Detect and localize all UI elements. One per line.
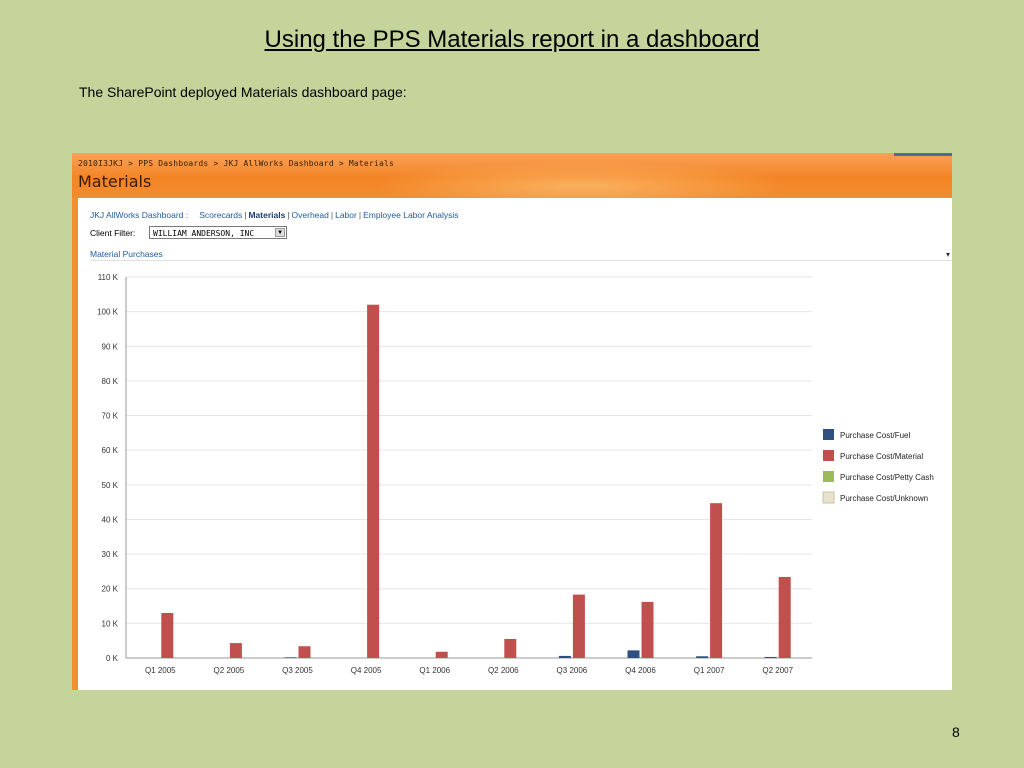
bar-material[interactable] — [572, 594, 585, 658]
bar-fuel[interactable] — [764, 656, 777, 658]
bar-fuel[interactable] — [558, 655, 571, 658]
slide-subtitle: The SharePoint deployed Materials dashbo… — [79, 84, 407, 100]
slide-title: Using the PPS Materials report in a dash… — [264, 26, 760, 53]
x-tick-label: Q4 2005 — [351, 666, 382, 675]
sharepoint-screenshot: 2010I3JKJ > PPS Dashboards > JKJ AllWork… — [72, 153, 952, 690]
y-tick-label: 80 K — [102, 377, 119, 386]
legend-label: Purchase Cost/Unknown — [840, 494, 928, 503]
legend-swatch — [823, 429, 834, 440]
bar-material[interactable] — [367, 304, 380, 658]
y-tick-label: 50 K — [102, 481, 119, 490]
legend-label: Purchase Cost/Fuel — [840, 431, 910, 440]
material-purchases-chart: 0 K 10 K 20 K 30 K 40 K 50 K 60 K 70 K 80 K 90 K 1… — [97, 273, 934, 675]
bar-material[interactable] — [161, 612, 174, 658]
bar-material[interactable] — [298, 646, 311, 658]
x-tick-label: Q1 2005 — [145, 666, 176, 675]
x-tick-label: Q2 2006 — [488, 666, 519, 675]
page-header-banner: 2010I3JKJ > PPS Dashboards > JKJ AllWork… — [72, 153, 952, 211]
x-tick-label: Q1 2006 — [419, 666, 450, 675]
legend-swatch — [823, 450, 834, 461]
legend-swatch — [823, 471, 834, 482]
x-tick-label: Q2 2005 — [214, 666, 245, 675]
y-tick-label: 30 K — [102, 550, 119, 559]
y-tick-label: 100 K — [97, 308, 119, 317]
bar-fuel[interactable] — [284, 657, 297, 658]
bar-material[interactable] — [435, 651, 448, 658]
x-tick-label: Q4 2006 — [625, 666, 656, 675]
x-tick-label: Q2 2007 — [762, 666, 793, 675]
y-tick-label: 70 K — [102, 412, 119, 421]
legend-swatch — [822, 491, 835, 504]
bar-material[interactable] — [710, 503, 723, 658]
bar-material[interactable] — [504, 638, 517, 658]
bar-fuel[interactable] — [696, 656, 709, 658]
y-tick-label: 40 K — [102, 515, 119, 524]
bar-material[interactable] — [778, 576, 791, 658]
y-tick-label: 60 K — [102, 446, 119, 455]
y-tick-label: 90 K — [102, 342, 119, 351]
legend-label: Purchase Cost/Petty Cash — [840, 473, 934, 482]
dashboard-content: JKJ AllWorks Dashboard : Scorecards | Mate… — [78, 198, 952, 690]
y-tick-label: 10 K — [102, 619, 119, 628]
bar-fuel[interactable] — [627, 650, 640, 658]
page-title: Materials — [78, 172, 152, 191]
breadcrumb[interactable]: 2010I3JKJ > PPS Dashboards > JKJ AllWork… — [78, 159, 394, 168]
y-tick-label: 0 K — [106, 654, 119, 663]
bar-material[interactable] — [641, 601, 654, 658]
banner-corner-accent — [894, 153, 952, 156]
slide-number: 8 — [952, 724, 960, 740]
x-tick-label: Q3 2006 — [557, 666, 588, 675]
y-tick-label: 110 K — [98, 273, 119, 282]
x-tick-label: Q3 2005 — [282, 666, 313, 675]
bar-material[interactable] — [229, 643, 242, 658]
x-tick-label: Q1 2007 — [694, 666, 725, 675]
y-tick-label: 20 K — [102, 585, 119, 594]
legend-label: Purchase Cost/Material — [840, 452, 923, 461]
